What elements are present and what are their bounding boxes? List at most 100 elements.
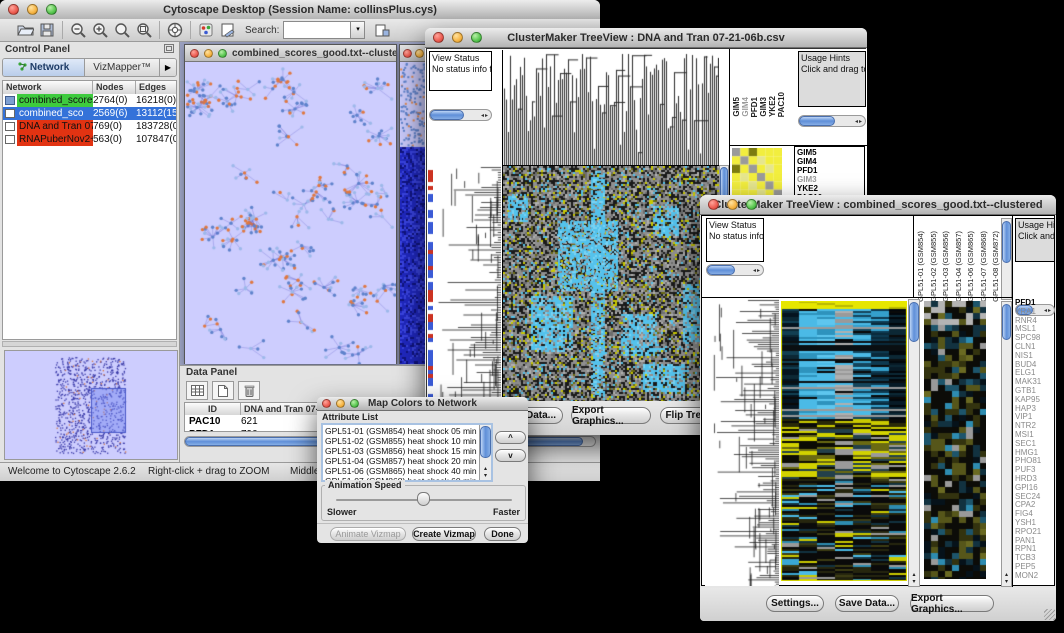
gene-label[interactable]: HMG1: [1015, 449, 1056, 458]
treeview2-status-scrollbar[interactable]: ◂▸: [706, 264, 764, 276]
frame-minimize-button[interactable]: [204, 49, 213, 58]
treeview1-row-dendrogram[interactable]: [433, 166, 501, 401]
zoom-fit-icon[interactable]: [111, 20, 133, 40]
resize-grip[interactable]: [1044, 609, 1055, 620]
zoom-button[interactable]: [746, 199, 757, 210]
export-graphics-button[interactable]: Export Graphics...: [571, 407, 651, 424]
network-table-row[interactable]: DNA and Tran 07 769(0) 183728(0): [3, 120, 176, 133]
zoom-out-icon[interactable]: [67, 20, 89, 40]
attribute-list-vscrollbar[interactable]: ▴▾: [479, 425, 491, 480]
treeview2-title-bar[interactable]: ClusterMaker TreeView : combined_scores_…: [700, 195, 1056, 215]
animate-vizmap-button[interactable]: Animate Vizmap: [330, 527, 406, 541]
dialog-title-bar[interactable]: Map Colors to Network: [317, 397, 528, 411]
tab-vizmapper[interactable]: VizMapper™: [85, 59, 160, 76]
treeview1-column-dendrogram[interactable]: [502, 50, 719, 166]
gene-label[interactable]: MAK31: [1015, 378, 1056, 387]
zoom-in-icon[interactable]: [89, 20, 111, 40]
treeview2-heatmap[interactable]: [781, 301, 907, 581]
delete-attribute-icon[interactable]: [238, 381, 260, 400]
settings-button[interactable]: Settings...: [766, 595, 824, 612]
treeview1-usage-scrollbar[interactable]: ◂▸: [798, 115, 866, 127]
gene-label[interactable]: SEC1: [1015, 440, 1056, 449]
network-table-row[interactable]: combined_scores 2764(0) 16218(0): [3, 94, 176, 107]
gene-label[interactable]: FIG4: [1015, 510, 1056, 519]
network-table-row[interactable]: RNAPuberNov2+ 563(0) 107847(0): [3, 133, 176, 146]
col-header-network[interactable]: Network: [3, 81, 93, 94]
minimize-button[interactable]: [27, 4, 38, 15]
minimize-button[interactable]: [336, 399, 345, 408]
treeview2-labels-vscrollbar[interactable]: [1001, 218, 1012, 300]
help-lifebuoy-icon[interactable]: [164, 20, 186, 40]
treeview2-zoom-heatmap[interactable]: [924, 301, 986, 579]
tab-overflow-button[interactable]: ▶: [160, 59, 176, 76]
treeview1-title-bar[interactable]: ClusterMaker TreeView : DNA and Tran 07-…: [425, 28, 867, 48]
gene-label[interactable]: RPN1: [1015, 545, 1056, 554]
gene-label[interactable]: BUD4: [1015, 361, 1056, 370]
attribute-list[interactable]: GPL51-01 (GSM854) heat shock 05 min GPL51…: [321, 423, 493, 482]
gene-label[interactable]: CPA2: [1015, 501, 1056, 510]
gene-label[interactable]: PAN1: [1015, 537, 1056, 546]
zoom-selected-icon[interactable]: [133, 20, 155, 40]
birdseye-view[interactable]: [4, 350, 178, 460]
scroll-arrows[interactable]: ▴▾: [480, 466, 491, 480]
close-button[interactable]: [322, 399, 331, 408]
attribute-list-item[interactable]: GPL51-06 (GSM865) heat shock 40 min: [325, 466, 489, 476]
move-down-button[interactable]: v: [495, 449, 526, 462]
treeview2-gene-list[interactable]: PFD1YRA1RNR4MSL1SPC98CLN1NIS1BUD4ELG1MAK…: [1015, 299, 1056, 587]
gene-label[interactable]: HRD3: [1015, 475, 1056, 484]
gene-label[interactable]: GIM5: [797, 148, 862, 157]
birdseye-canvas[interactable]: [5, 351, 177, 459]
save-icon[interactable]: [36, 20, 58, 40]
zoom-button[interactable]: [46, 4, 57, 15]
gene-label[interactable]: PFD1: [797, 166, 862, 175]
frame-close-button[interactable]: [190, 49, 199, 58]
gene-label[interactable]: RPO21: [1015, 528, 1056, 537]
treeview2-row-dendrogram[interactable]: [705, 299, 779, 586]
col-header-edges[interactable]: Edges: [136, 81, 176, 94]
gene-label[interactable]: GPI16: [1015, 484, 1056, 493]
tab-network[interactable]: Network: [3, 59, 85, 76]
treeview1-status-scrollbar[interactable]: ◂▸: [429, 109, 492, 121]
gene-label[interactable]: MSL1: [1015, 325, 1056, 334]
gene-label[interactable]: GIM3: [797, 175, 862, 184]
gene-label[interactable]: NIS1: [1015, 352, 1056, 361]
network-canvas[interactable]: [185, 62, 396, 364]
search-dropdown-button[interactable]: ▾: [351, 21, 365, 39]
attribute-list-item[interactable]: GPL51-01 (GSM854) heat shock 05 min: [325, 426, 489, 436]
open-file-icon[interactable]: [14, 20, 36, 40]
gene-label[interactable]: RNR4: [1015, 317, 1056, 326]
frame2-minimize-button[interactable]: [415, 49, 424, 58]
new-attribute-icon[interactable]: [212, 381, 234, 400]
minimize-button[interactable]: [727, 199, 738, 210]
treeview2-heatmap-vscrollbar[interactable]: ▴▾: [908, 299, 920, 587]
annotation-icon[interactable]: [217, 20, 239, 40]
close-button[interactable]: [8, 4, 19, 15]
attribute-select-icon[interactable]: [186, 381, 208, 400]
treeview2-column-dendrogram[interactable]: [768, 216, 914, 297]
speed-slider-thumb[interactable]: [417, 492, 430, 506]
scroll-arrows[interactable]: ▴▾: [1002, 572, 1011, 586]
treeview1-heatmap[interactable]: [502, 166, 719, 401]
gene-label[interactable]: ELG1: [1015, 369, 1056, 378]
gene-label[interactable]: PFD1: [1015, 299, 1056, 308]
create-vizmap-button[interactable]: Create Vizmap: [412, 527, 476, 541]
gene-label[interactable]: MON2: [1015, 572, 1056, 581]
done-button[interactable]: Done: [484, 527, 521, 541]
vizmap-palette-icon[interactable]: [195, 20, 217, 40]
float-panel-icon[interactable]: [164, 40, 174, 58]
attribute-list-item[interactable]: GPL51-03 (GSM856) heat shock 15 min: [325, 446, 489, 456]
treeview1-zoom-matrix[interactable]: [732, 148, 782, 198]
close-button[interactable]: [708, 199, 719, 210]
save-data-button[interactable]: Save Data...: [835, 595, 899, 612]
gene-label[interactable]: PEP5: [1015, 563, 1056, 572]
gene-label[interactable]: KAP95: [1015, 396, 1056, 405]
scroll-arrows[interactable]: ▴▾: [909, 572, 919, 586]
close-button[interactable]: [433, 32, 444, 43]
gene-label[interactable]: TCB3: [1015, 554, 1056, 563]
frame-zoom-button[interactable]: [218, 49, 227, 58]
data-col-id[interactable]: ID: [185, 403, 241, 415]
gene-label[interactable]: YRA1: [1015, 308, 1056, 317]
gene-label[interactable]: SEC24: [1015, 493, 1056, 502]
gene-label[interactable]: YKE2: [797, 184, 862, 193]
gene-label[interactable]: HAP3: [1015, 405, 1056, 414]
